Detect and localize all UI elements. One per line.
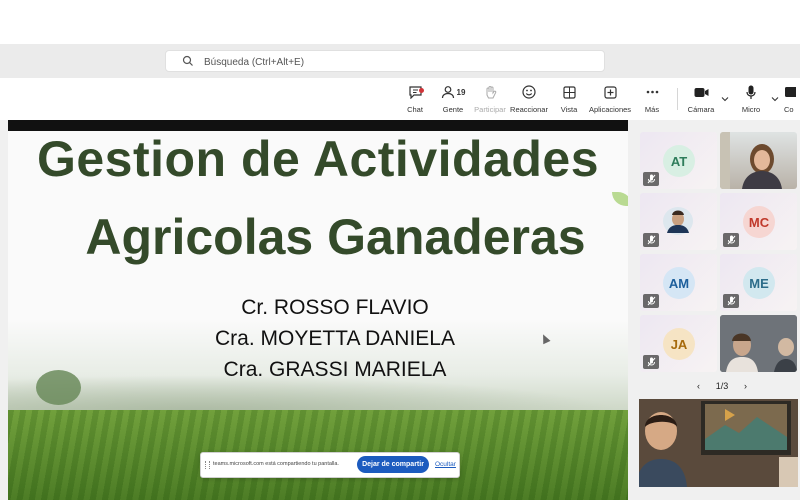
mic-button[interactable]: Micro <box>740 78 762 120</box>
apps-label: Aplicaciones <box>588 105 632 114</box>
stop-sharing-button[interactable]: Dejar de compartir <box>357 456 429 473</box>
participant-tile[interactable]: ME <box>720 254 797 311</box>
slide-author-2: Cra. MOYETTA DANIELA <box>215 327 455 350</box>
avatar: ME <box>743 267 775 299</box>
mic-options-chevron-icon[interactable] <box>771 95 779 103</box>
avatar: MC <box>743 206 775 238</box>
muted-mic-icon <box>723 233 739 247</box>
search-input[interactable] <box>202 53 586 71</box>
participant-video-image <box>639 399 798 487</box>
grid-view-icon <box>562 84 576 100</box>
muted-mic-icon <box>723 294 739 308</box>
microphone-icon <box>746 84 756 100</box>
participant-video-tile[interactable] <box>640 193 717 250</box>
gallery-pager: ‹ 1/3 › <box>697 380 747 392</box>
camera-button[interactable]: Cámara <box>687 78 715 120</box>
avatar: JA <box>663 328 695 360</box>
screen-share-banner: teams.microsoft.com está compartiendo tu… <box>200 452 460 478</box>
participant-tile[interactable]: AM <box>640 254 717 311</box>
share-label: Co <box>784 105 794 114</box>
hand-icon <box>484 84 497 100</box>
slide-author-3: Cra. GRASSI MARIELA <box>223 358 447 381</box>
avatar: AM <box>663 267 695 299</box>
people-icon: 19 <box>441 84 466 100</box>
participant-tile[interactable]: AT <box>640 132 717 189</box>
slide-author-1: Cr. ROSSO FLAVIO <box>241 296 429 319</box>
camera-label: Cámara <box>687 105 715 114</box>
meeting-toolbar: Chat 19 Gente Participar Reaccionar Vist… <box>0 78 800 120</box>
participant-video-tile[interactable] <box>720 132 797 189</box>
share-button-partial[interactable]: Co <box>784 78 800 120</box>
previous-page-chevron-icon[interactable]: ‹ <box>697 381 700 391</box>
share-banner-message: teams.microsoft.com está compartiendo tu… <box>213 461 339 467</box>
page-indicator: 1/3 <box>715 381 729 391</box>
participant-video-image <box>720 315 797 372</box>
more-label: Más <box>644 105 660 114</box>
camera-icon <box>694 84 709 100</box>
more-button[interactable]: Más <box>642 78 662 120</box>
toolbar-divider <box>677 88 678 110</box>
mic-label: Micro <box>741 105 761 114</box>
people-button[interactable]: 19 Gente <box>439 78 467 120</box>
search-icon <box>182 55 193 66</box>
raise-hand-button[interactable]: Participar <box>474 78 506 120</box>
participant-video-tile[interactable] <box>720 315 797 372</box>
next-page-chevron-icon[interactable]: › <box>744 381 747 391</box>
smiley-icon <box>522 84 536 100</box>
view-label: Vista <box>560 105 578 114</box>
search-box[interactable] <box>165 50 605 72</box>
slide-title-line1: Gestion de Actividades <box>36 131 600 187</box>
muted-mic-icon <box>643 355 659 369</box>
more-dots-icon <box>646 84 659 100</box>
react-label: Reaccionar <box>510 105 548 114</box>
camera-options-chevron-icon[interactable] <box>721 95 729 103</box>
people-label: Gente <box>442 105 464 114</box>
chat-icon <box>408 84 424 100</box>
share-icon <box>784 84 796 100</box>
hide-banner-link[interactable]: Ocultar <box>435 461 456 468</box>
raise-hand-label: Participar <box>474 105 506 114</box>
participant-tile[interactable]: JA <box>640 315 717 372</box>
avatar: AT <box>663 145 695 177</box>
title-bar <box>0 0 800 44</box>
chat-label: Chat <box>407 105 423 114</box>
view-button[interactable]: Vista <box>557 78 581 120</box>
muted-mic-icon <box>643 172 659 186</box>
muted-mic-icon <box>643 233 659 247</box>
participant-video-image <box>720 132 782 189</box>
leaf-decoration <box>612 192 628 206</box>
shared-screen: Gestion de Actividades Agricolas Ganader… <box>8 120 628 500</box>
react-button[interactable]: Reaccionar <box>510 78 548 120</box>
chat-button[interactable]: Chat <box>403 78 427 120</box>
participant-video-large[interactable] <box>639 399 798 487</box>
slide-title-line2: Agricolas Ganaderas <box>85 209 586 265</box>
apps-add-icon <box>603 84 617 100</box>
notification-dot <box>418 88 424 93</box>
drag-handle-icon[interactable] <box>205 461 210 469</box>
participant-tile[interactable]: MC <box>720 193 797 250</box>
apps-button[interactable]: Aplicaciones <box>589 78 631 120</box>
people-count: 19 <box>456 87 466 97</box>
muted-mic-icon <box>643 294 659 308</box>
